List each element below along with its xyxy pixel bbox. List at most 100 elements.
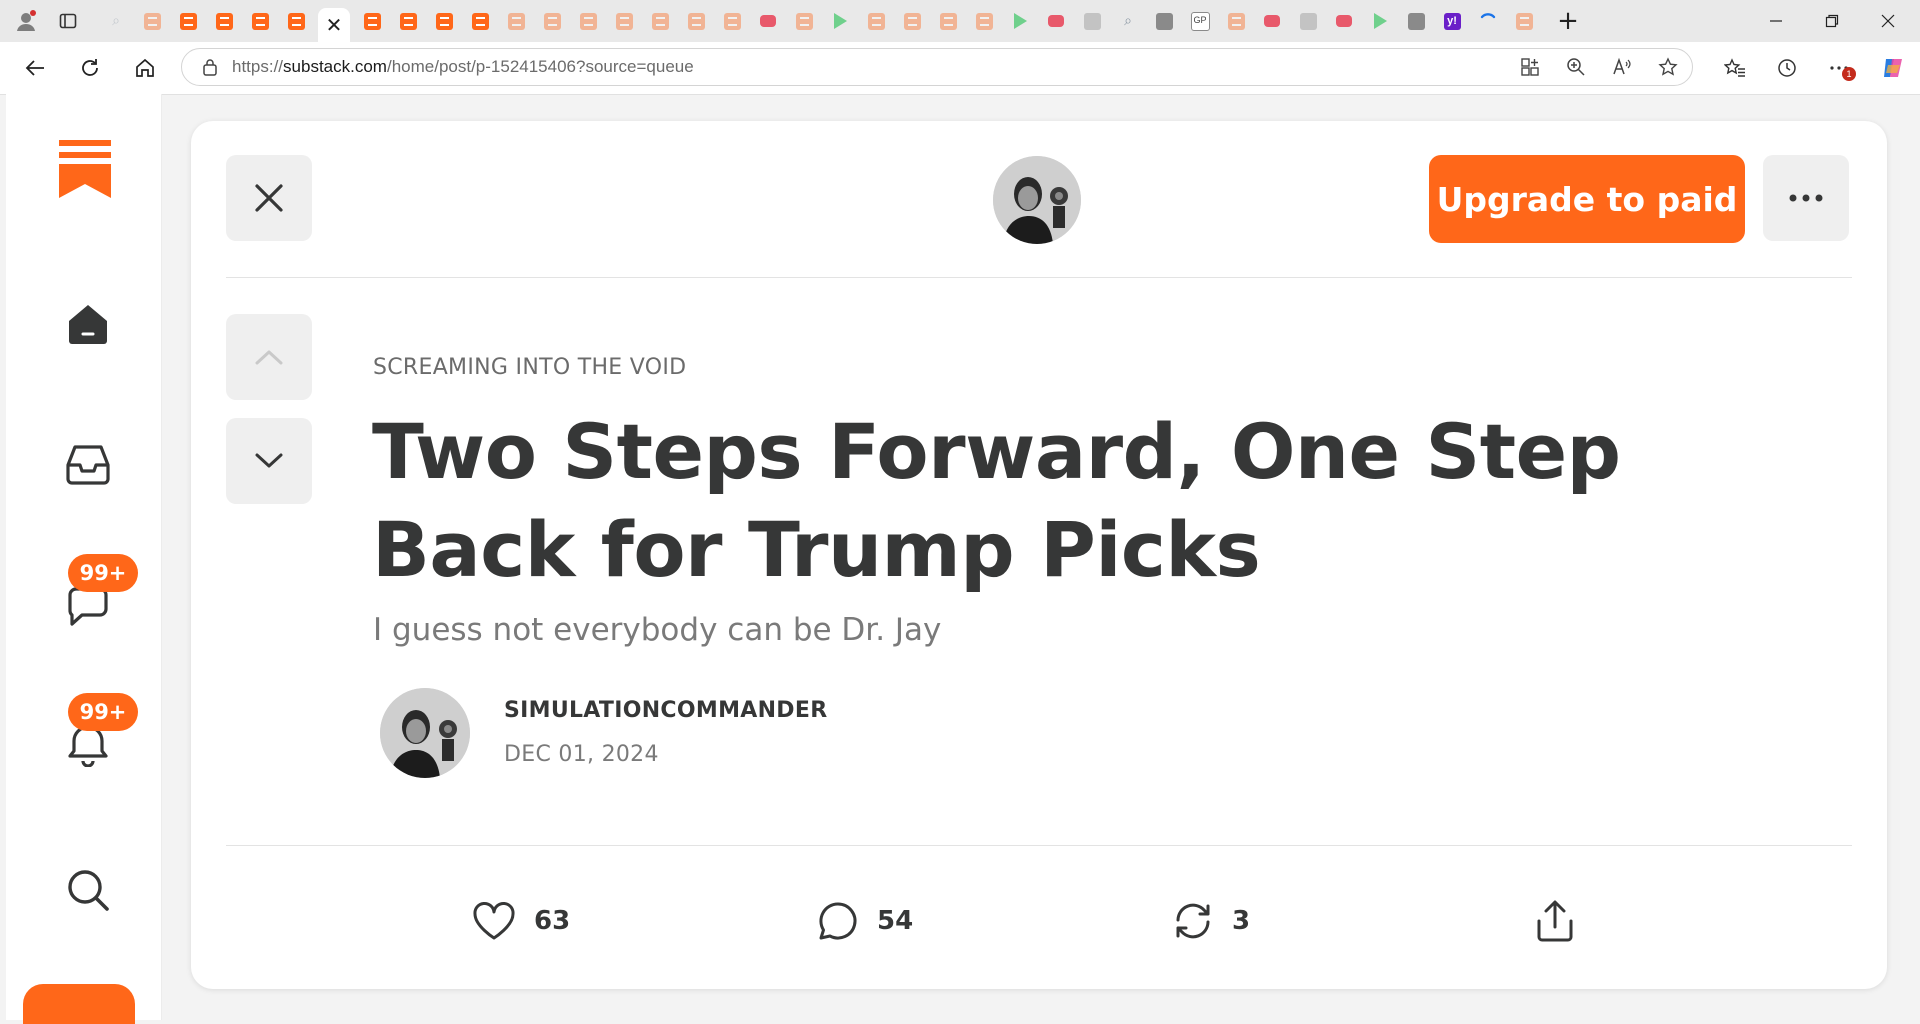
tab-substack-icon[interactable]: [212, 9, 236, 33]
tab-substack-icon[interactable]: [176, 9, 200, 33]
zoom-icon[interactable]: [1566, 57, 1586, 77]
tab-substack-icon[interactable]: [648, 9, 672, 33]
tab-substack-icon[interactable]: [140, 9, 164, 33]
close-icon: [255, 184, 283, 212]
tab-substack-icon[interactable]: [720, 9, 744, 33]
home-icon[interactable]: [125, 48, 165, 88]
browser-tab-strip: ⌕ ✕ ⌕ GP y! +: [0, 0, 1920, 42]
header-divider: [226, 277, 1852, 278]
url-path: /home/post/p-152415406?source=queue: [386, 57, 694, 76]
read-aloud-icon[interactable]: [1612, 57, 1632, 77]
tab-substack-icon[interactable]: [612, 9, 636, 33]
new-tab-button[interactable]: +: [1556, 6, 1580, 36]
create-post-button[interactable]: [23, 984, 135, 1024]
tab-substack-icon[interactable]: [576, 9, 600, 33]
refresh-icon[interactable]: [70, 48, 110, 88]
like-count: 63: [534, 906, 571, 936]
tab-play-icon[interactable]: [828, 9, 852, 33]
tab-substack-icon[interactable]: [284, 9, 308, 33]
post-title: Two Steps Forward, One Step Back for Tru…: [372, 407, 1621, 594]
tab-substack-icon[interactable]: [432, 9, 456, 33]
tab-site-icon[interactable]: [1224, 9, 1248, 33]
restack-count: 3: [1232, 906, 1251, 936]
tab-loading-icon[interactable]: [1476, 9, 1500, 33]
tab-substack-icon[interactable]: [792, 9, 816, 33]
back-icon[interactable]: [15, 48, 55, 88]
more-options-button[interactable]: [1763, 155, 1849, 241]
footer-divider: [226, 845, 1852, 846]
notification-badge: 1: [1842, 67, 1856, 81]
favorite-star-icon[interactable]: [1658, 57, 1678, 77]
tab-play-icon[interactable]: [1008, 9, 1032, 33]
comment-button[interactable]: 54: [817, 891, 913, 951]
activity-unread-badge: 99+: [68, 693, 138, 731]
inbox-nav-icon[interactable]: [58, 434, 118, 494]
heart-icon: [473, 902, 515, 940]
site-info-icon[interactable]: [202, 58, 218, 76]
favorites-icon[interactable]: [1724, 57, 1746, 79]
tab-yahoo-icon[interactable]: y!: [1440, 9, 1464, 33]
post-card: Upgrade to paid SCREAMING INTO THE VOID …: [191, 121, 1887, 989]
url-scheme: https://: [232, 57, 284, 76]
search-nav-icon[interactable]: [58, 860, 118, 920]
ellipsis-icon: [1789, 194, 1823, 202]
url-text[interactable]: https://substack.com/home/post/p-1524154…: [232, 57, 694, 77]
address-bar[interactable]: https://substack.com/home/post/p-1524154…: [181, 48, 1693, 86]
tab-video-icon[interactable]: [1044, 9, 1068, 33]
tab-substack-icon[interactable]: [248, 9, 272, 33]
publication-avatar[interactable]: [993, 156, 1081, 244]
tab-video-icon[interactable]: [1260, 9, 1284, 33]
close-post-button[interactable]: [226, 155, 312, 241]
tab-substack-icon[interactable]: [360, 9, 384, 33]
tab-substack-icon[interactable]: [1512, 9, 1536, 33]
tab-substack-icon[interactable]: [972, 9, 996, 33]
substack-sidebar: 99+ 99+: [6, 94, 162, 1020]
tab-substack-icon[interactable]: [864, 9, 888, 33]
tab-play-icon[interactable]: [1368, 9, 1392, 33]
minimize-icon[interactable]: [1746, 0, 1806, 42]
tab-news-icon[interactable]: [1404, 9, 1428, 33]
tab-substack-icon[interactable]: [936, 9, 960, 33]
history-icon[interactable]: [1776, 57, 1798, 79]
tab-actions-icon[interactable]: [56, 9, 80, 33]
chevron-up-icon: [255, 350, 283, 365]
tab-substack-icon[interactable]: [900, 9, 924, 33]
home-nav-icon[interactable]: [58, 294, 118, 354]
url-host: substack.com: [283, 57, 387, 76]
comment-icon: [819, 902, 857, 940]
tab-substack-icon[interactable]: [540, 9, 564, 33]
restack-button[interactable]: 3: [1172, 891, 1250, 951]
previous-post-button[interactable]: [226, 314, 312, 400]
restore-icon[interactable]: [1802, 0, 1862, 42]
active-tab-close-icon[interactable]: ✕: [318, 8, 350, 42]
tab-substack-icon[interactable]: [468, 9, 492, 33]
share-icon: [1537, 900, 1573, 942]
share-button[interactable]: [1535, 891, 1575, 951]
tab-video-icon[interactable]: [756, 9, 780, 33]
substack-logo-icon[interactable]: [50, 134, 120, 204]
tab-substack-icon[interactable]: [684, 9, 708, 33]
copilot-icon[interactable]: [1880, 55, 1906, 81]
publication-name[interactable]: SCREAMING INTO THE VOID: [373, 355, 686, 380]
profile-icon[interactable]: [14, 9, 38, 33]
like-button[interactable]: 63: [472, 891, 570, 951]
chevron-down-icon: [255, 453, 283, 468]
tab-search-icon[interactable]: ⌕: [104, 9, 128, 33]
author-avatar[interactable]: [380, 688, 470, 778]
tab-substack-icon[interactable]: [396, 9, 420, 33]
post-date: DEC 01, 2024: [504, 742, 659, 767]
upgrade-to-paid-button[interactable]: Upgrade to paid: [1429, 155, 1745, 243]
tab-gp-icon[interactable]: GP: [1188, 9, 1212, 33]
tab-video-icon[interactable]: [1332, 9, 1356, 33]
author-name[interactable]: SIMULATIONCOMMANDER: [504, 698, 827, 723]
tab-site-icon[interactable]: [1080, 9, 1104, 33]
next-post-button[interactable]: [226, 418, 312, 504]
post-subtitle: I guess not everybody can be Dr. Jay: [373, 612, 942, 648]
tab-site-icon[interactable]: [1296, 9, 1320, 33]
tab-search-icon[interactable]: ⌕: [1116, 9, 1140, 33]
close-window-icon[interactable]: [1858, 0, 1918, 42]
app-available-icon[interactable]: [1520, 57, 1540, 77]
settings-more-icon[interactable]: 1: [1828, 57, 1856, 81]
tab-substack-icon[interactable]: [504, 9, 528, 33]
tab-site-icon[interactable]: [1152, 9, 1176, 33]
